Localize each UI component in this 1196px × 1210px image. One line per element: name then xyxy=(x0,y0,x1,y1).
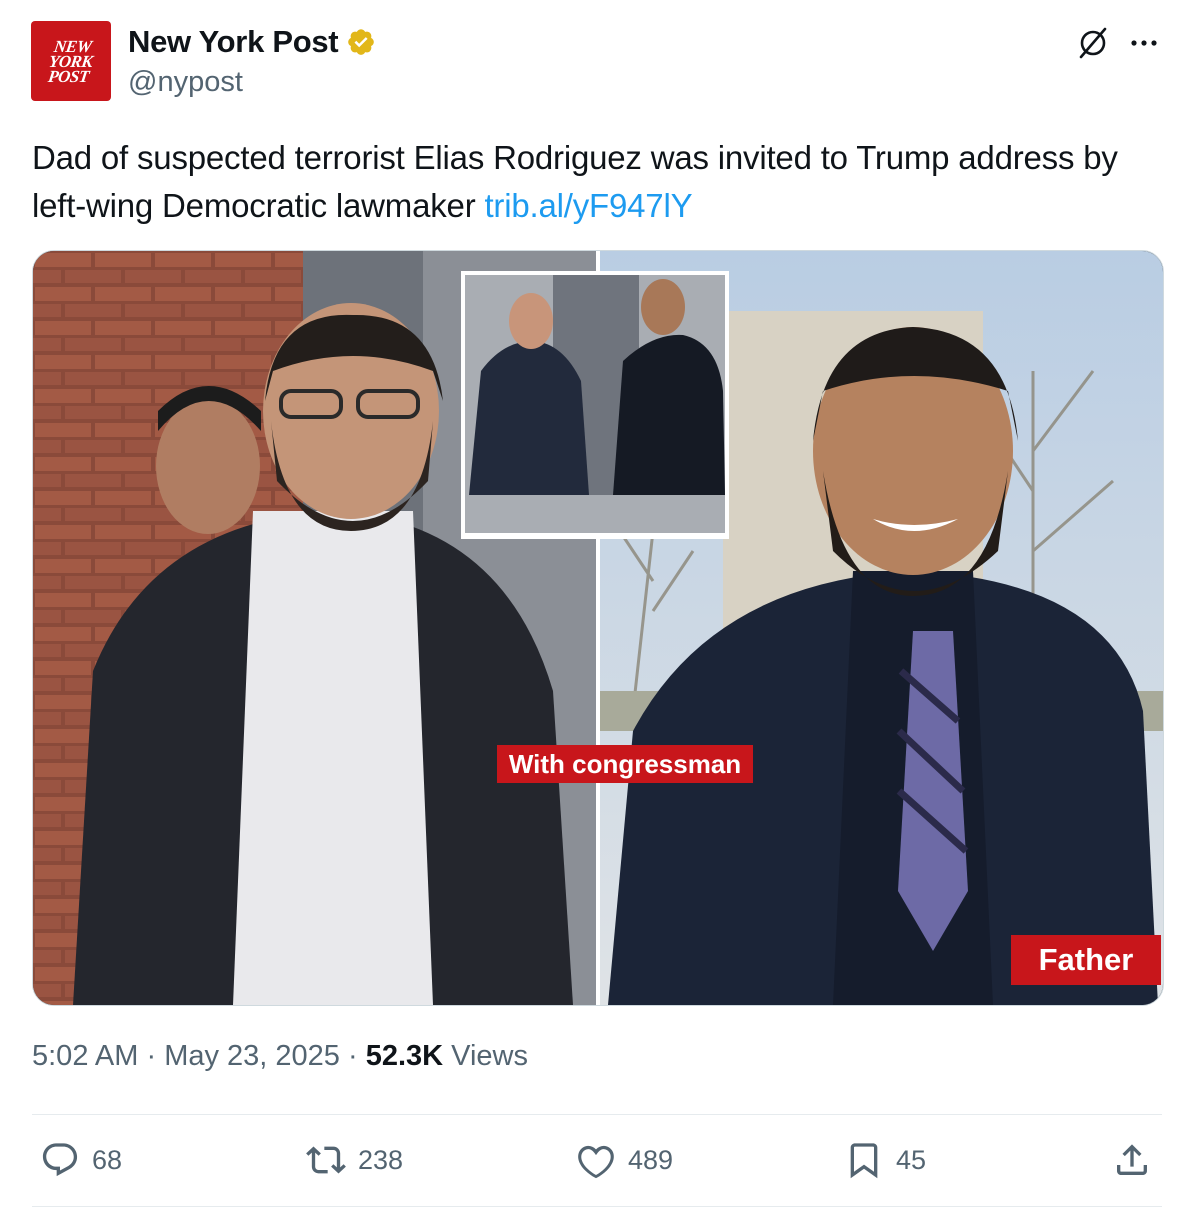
top-right-icons xyxy=(1076,26,1160,60)
bookmark-button[interactable]: 45 xyxy=(844,1140,926,1180)
tweet-time[interactable]: 5:02 AM xyxy=(32,1040,138,1072)
more-icon[interactable] xyxy=(1128,27,1160,59)
repost-button[interactable]: 238 xyxy=(306,1140,403,1180)
views-label: Views xyxy=(451,1040,528,1072)
media-photo xyxy=(33,251,1163,1005)
like-icon xyxy=(578,1145,614,1179)
reply-icon xyxy=(42,1143,78,1177)
tweet-meta: 5:02 AM · May 23, 2025 · 52.3K Views xyxy=(32,1040,528,1072)
repost-icon xyxy=(306,1146,346,1174)
reply-button[interactable]: 68 xyxy=(40,1140,122,1180)
avatar[interactable]: NEW YORK POST xyxy=(31,21,111,101)
author-name-row: New York Post xyxy=(128,24,376,60)
inset-label: With congressman xyxy=(497,745,753,783)
bookmark-count: 45 xyxy=(896,1144,927,1175)
tweet-date[interactable]: May 23, 2025 xyxy=(164,1040,340,1072)
verified-badge-icon xyxy=(348,29,375,55)
tweet-text: Dad of suspected terrorist Elias Rodrigu… xyxy=(32,134,1172,230)
bookmark-icon xyxy=(850,1143,878,1179)
like-button[interactable]: 489 xyxy=(576,1140,673,1180)
reply-count: 68 xyxy=(92,1144,123,1175)
nypost-logo: NEW YORK POST xyxy=(47,36,95,86)
repost-count: 238 xyxy=(358,1144,404,1175)
action-bar: 68 238 489 45 xyxy=(32,1140,1162,1190)
display-name[interactable]: New York Post xyxy=(128,24,339,60)
view-count: 52.3K xyxy=(365,1040,444,1072)
share-button[interactable] xyxy=(1112,1140,1152,1180)
grok-icon[interactable] xyxy=(1076,26,1110,60)
father-label: Father xyxy=(1011,935,1161,985)
handle[interactable]: @nypost xyxy=(128,66,243,99)
tweet-link[interactable]: trib.al/yF947lY xyxy=(484,187,692,224)
tweet-media[interactable]: With congressman Father xyxy=(32,250,1164,1006)
bottom-divider xyxy=(32,1206,1162,1207)
like-count: 489 xyxy=(628,1144,674,1175)
share-icon xyxy=(1117,1144,1147,1175)
divider xyxy=(32,1114,1162,1115)
